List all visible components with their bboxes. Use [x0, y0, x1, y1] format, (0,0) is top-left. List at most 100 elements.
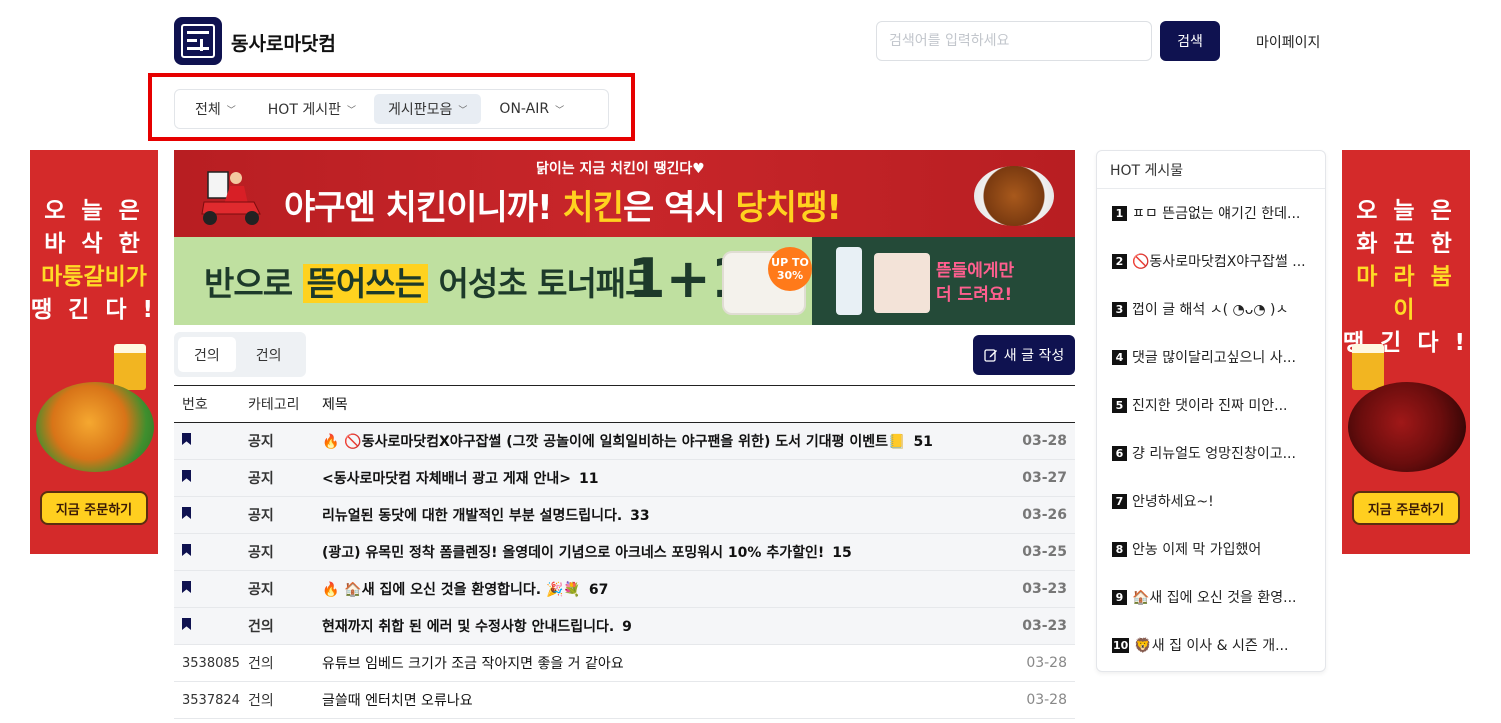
bookmark-icon [182, 470, 191, 482]
write-post-label: 새 글 작성 [1003, 348, 1065, 364]
nav-item-label: 전체 [195, 102, 221, 118]
hot-post-item[interactable]: 2 🚫동사로마닷컴X야구잡썰 ... [1097, 237, 1325, 285]
chicken-banner-ad[interactable]: 닭이는 지금 치킨이 땡긴다♥ 야구엔 치킨이니까! 치킨은 역시 당치땡! [174, 150, 1075, 237]
order-now-button[interactable]: 지금 주문하기 [1352, 491, 1460, 525]
row-title[interactable]: (광고) 유목민 정착 폼클렌징! 올영데이 기념으로 아크네스 포밍워시 10… [322, 542, 1015, 562]
rank-badge: 8 [1112, 541, 1127, 557]
rank-badge: 3 [1112, 301, 1127, 317]
row-title[interactable]: 🔥 🏠새 집에 오신 것을 환영합니다. 🎉💐 67 [322, 579, 1015, 599]
spicy-chicken-image [1348, 382, 1466, 472]
search-button[interactable]: 검색 [1160, 21, 1220, 61]
table-row[interactable]: 3538085 건의 유튜브 임베드 크기가 조금 작아지면 좋을 거 같아요 … [174, 645, 1075, 682]
hot-post-item[interactable]: 9 🏠새 집에 오신 것을 환영... [1097, 573, 1325, 621]
hot-post-item[interactable]: 8 안농 이제 막 가입했어 [1097, 525, 1325, 573]
sample-pads-image [874, 253, 930, 313]
nav-item-on-air[interactable]: ON-AIR ﹀ [485, 94, 578, 124]
rank-badge: 9 [1112, 589, 1127, 605]
row-title[interactable]: 리뉴얼된 동닷에 대한 개발적인 부분 설명드립니다. 33 [322, 505, 1015, 525]
hot-post-item[interactable]: 1 ㅍㅁ 뜬금없는 얘기긴 한데... [1097, 189, 1325, 237]
bookmark-icon [182, 433, 191, 445]
hot-post-item[interactable]: 3 껍이 글 해석 ㅅ( ◔ᴗ◔ )ㅅ [1097, 285, 1325, 333]
hot-post-item[interactable]: 10 🦁새 집 이사 & 시즌 개... [1097, 621, 1325, 669]
row-date: 03-23 [1022, 581, 1067, 597]
col-category: 카테고리 [248, 397, 300, 413]
table-row-notice[interactable]: 공지 🔥 🏠새 집에 오신 것을 환영합니다. 🎉💐 67 03-23 [174, 571, 1075, 608]
hot-posts-title: HOT 게시물 [1097, 151, 1325, 189]
rank-badge: 5 [1112, 397, 1127, 413]
nav-item-all[interactable]: 전체 ﹀ [181, 94, 250, 124]
tab-suggestion-1[interactable]: 건의 [178, 337, 236, 372]
delivery-scooter-icon [201, 171, 261, 225]
ad-copy: 오 늘 은 바 삭 한 마퉁갈비가 땡 긴 다 ! [31, 198, 157, 323]
chicken-image [974, 166, 1054, 226]
col-title: 제목 [322, 397, 348, 413]
row-category: 건의 [248, 619, 274, 635]
rank-badge: 10 [1112, 637, 1130, 653]
write-post-button[interactable]: 새 글 작성 [973, 335, 1075, 375]
left-side-ad[interactable]: 오 늘 은 바 삭 한 마퉁갈비가 땡 긴 다 ! 지금 주문하기 [30, 150, 158, 554]
chevron-down-icon: ﹀ [226, 105, 236, 116]
row-title[interactable]: <동사로마닷컴 자체배너 광고 게재 안내> 11 [322, 468, 1015, 488]
row-category: 공지 [248, 508, 274, 524]
toner-pad-banner-ad[interactable]: 반으로 뜯어쓰는 어성초 토너패드 1+1 UP TO 30% 뜯들에게만 더 드… [174, 237, 1075, 325]
hot-post-item[interactable]: 5 진지한 댓이라 진짜 미안... [1097, 381, 1325, 429]
row-title[interactable]: 현재까지 취합 된 에러 및 수정사항 안내드립니다. 9 [322, 616, 1015, 636]
row-category: 공지 [248, 471, 274, 487]
nav-item-hot-board[interactable]: HOT 게시판 ﹀ [254, 94, 370, 124]
row-date: 03-28 [1022, 433, 1067, 449]
nav-item-board-collection[interactable]: 게시판모음 ﹀ [374, 94, 482, 124]
col-num: 번호 [182, 397, 208, 413]
order-now-button[interactable]: 지금 주문하기 [40, 491, 148, 525]
site-name[interactable]: 동사로마닷컴 [231, 29, 336, 56]
main-nav: 전체 ﹀ HOT 게시판 ﹀ 게시판모음 ﹀ ON-AIR ﹀ [174, 89, 609, 129]
banner-headline: 야구엔 치킨이니까! 치킨은 역시 당치땡! [284, 188, 842, 228]
table-header: 번호 카테고리 제목 [174, 386, 1075, 423]
comment-count: 15 [832, 545, 852, 561]
table-row-notice[interactable]: 건의 현재까지 취합 된 에러 및 수정사항 안내드립니다. 9 03-23 [174, 608, 1075, 645]
tab-suggestion-2[interactable]: 건의 [240, 337, 298, 372]
rank-badge: 6 [1112, 445, 1127, 461]
row-number: 3537824 [182, 692, 240, 708]
nav-item-label: ON-AIR [499, 101, 550, 117]
hot-post-item[interactable]: 4 댓글 많이달리고싶으니 사... [1097, 333, 1325, 381]
rank-badge: 4 [1112, 349, 1127, 365]
table-row-notice[interactable]: 공지 🔥 🚫동사로마닷컴X야구잡썰 (그깟 공놀이에 일희일비하는 야구팬을 위… [174, 423, 1075, 460]
row-title[interactable]: 🔥 🚫동사로마닷컴X야구잡썰 (그깟 공놀이에 일희일비하는 야구팬을 위한) … [322, 431, 1015, 451]
bookmark-icon [182, 544, 191, 556]
nav-item-label: 게시판모음 [388, 102, 453, 118]
row-category: 공지 [248, 434, 274, 450]
beer-image [114, 344, 146, 390]
bookmark-icon [182, 618, 191, 630]
rank-badge: 2 [1112, 253, 1127, 269]
board-tabs: 건의 건의 [174, 332, 306, 377]
table-row[interactable]: 3537824 건의 글쓸때 엔터치면 오류나요 03-28 [174, 682, 1075, 719]
comment-count: 51 [913, 434, 933, 450]
mypage-link[interactable]: 마이페이지 [1256, 32, 1320, 52]
banner-headline: 반으로 뜯어쓰는 어성초 토너패드 [204, 264, 656, 303]
row-category: 건의 [248, 693, 274, 709]
nav-item-label: HOT 게시판 [267, 102, 341, 118]
banner-subtitle: 닭이는 지금 치킨이 땡긴다♥ [536, 161, 705, 177]
table-row-notice[interactable]: 공지 <동사로마닷컴 자체배너 광고 게재 안내> 11 03-27 [174, 460, 1075, 497]
table-row-notice[interactable]: 공지 (광고) 유목민 정착 폼클렌징! 올영데이 기념으로 아크네스 포밍워시… [174, 534, 1075, 571]
discount-badge: UP TO 30% [768, 247, 812, 291]
right-side-ad[interactable]: 오 늘 은 화 끈 한 마 라 붐 이 땡 긴 다 ! 지금 주문하기 [1342, 150, 1470, 554]
row-date: 03-23 [1022, 618, 1067, 634]
chevron-down-icon: ﹀ [346, 105, 356, 116]
row-category: 공지 [248, 545, 274, 561]
comment-count: 11 [579, 471, 599, 487]
post-table: 번호 카테고리 제목 공지 🔥 🚫동사로마닷컴X야구잡썰 (그깟 공놀이에 일희… [174, 385, 1075, 719]
site-logo[interactable] [174, 17, 222, 65]
chevron-down-icon: ﹀ [458, 105, 468, 116]
table-row-notice[interactable]: 공지 리뉴얼된 동닷에 대한 개발적인 부분 설명드립니다. 33 03-26 [174, 497, 1075, 534]
row-title[interactable]: 글쓸때 엔터치면 오류나요 [322, 690, 1015, 710]
hot-post-item[interactable]: 7 안녕하세요~! [1097, 477, 1325, 525]
row-title[interactable]: 유튜브 임베드 크기가 조금 작아지면 좋을 거 같아요 [322, 653, 1015, 673]
hot-post-item[interactable]: 6걍 리뉴얼도 엉망진창이고... [1097, 429, 1325, 477]
row-date: 03-27 [1022, 470, 1067, 486]
search-input[interactable] [876, 21, 1152, 61]
hot-posts-panel: HOT 게시물 1 ㅍㅁ 뜬금없는 얘기긴 한데... 2 🚫동사로마닷컴X야구잡썰… [1096, 150, 1326, 672]
beer-image [1352, 344, 1384, 390]
bookmark-icon [182, 581, 191, 593]
comment-count: 67 [588, 582, 609, 598]
